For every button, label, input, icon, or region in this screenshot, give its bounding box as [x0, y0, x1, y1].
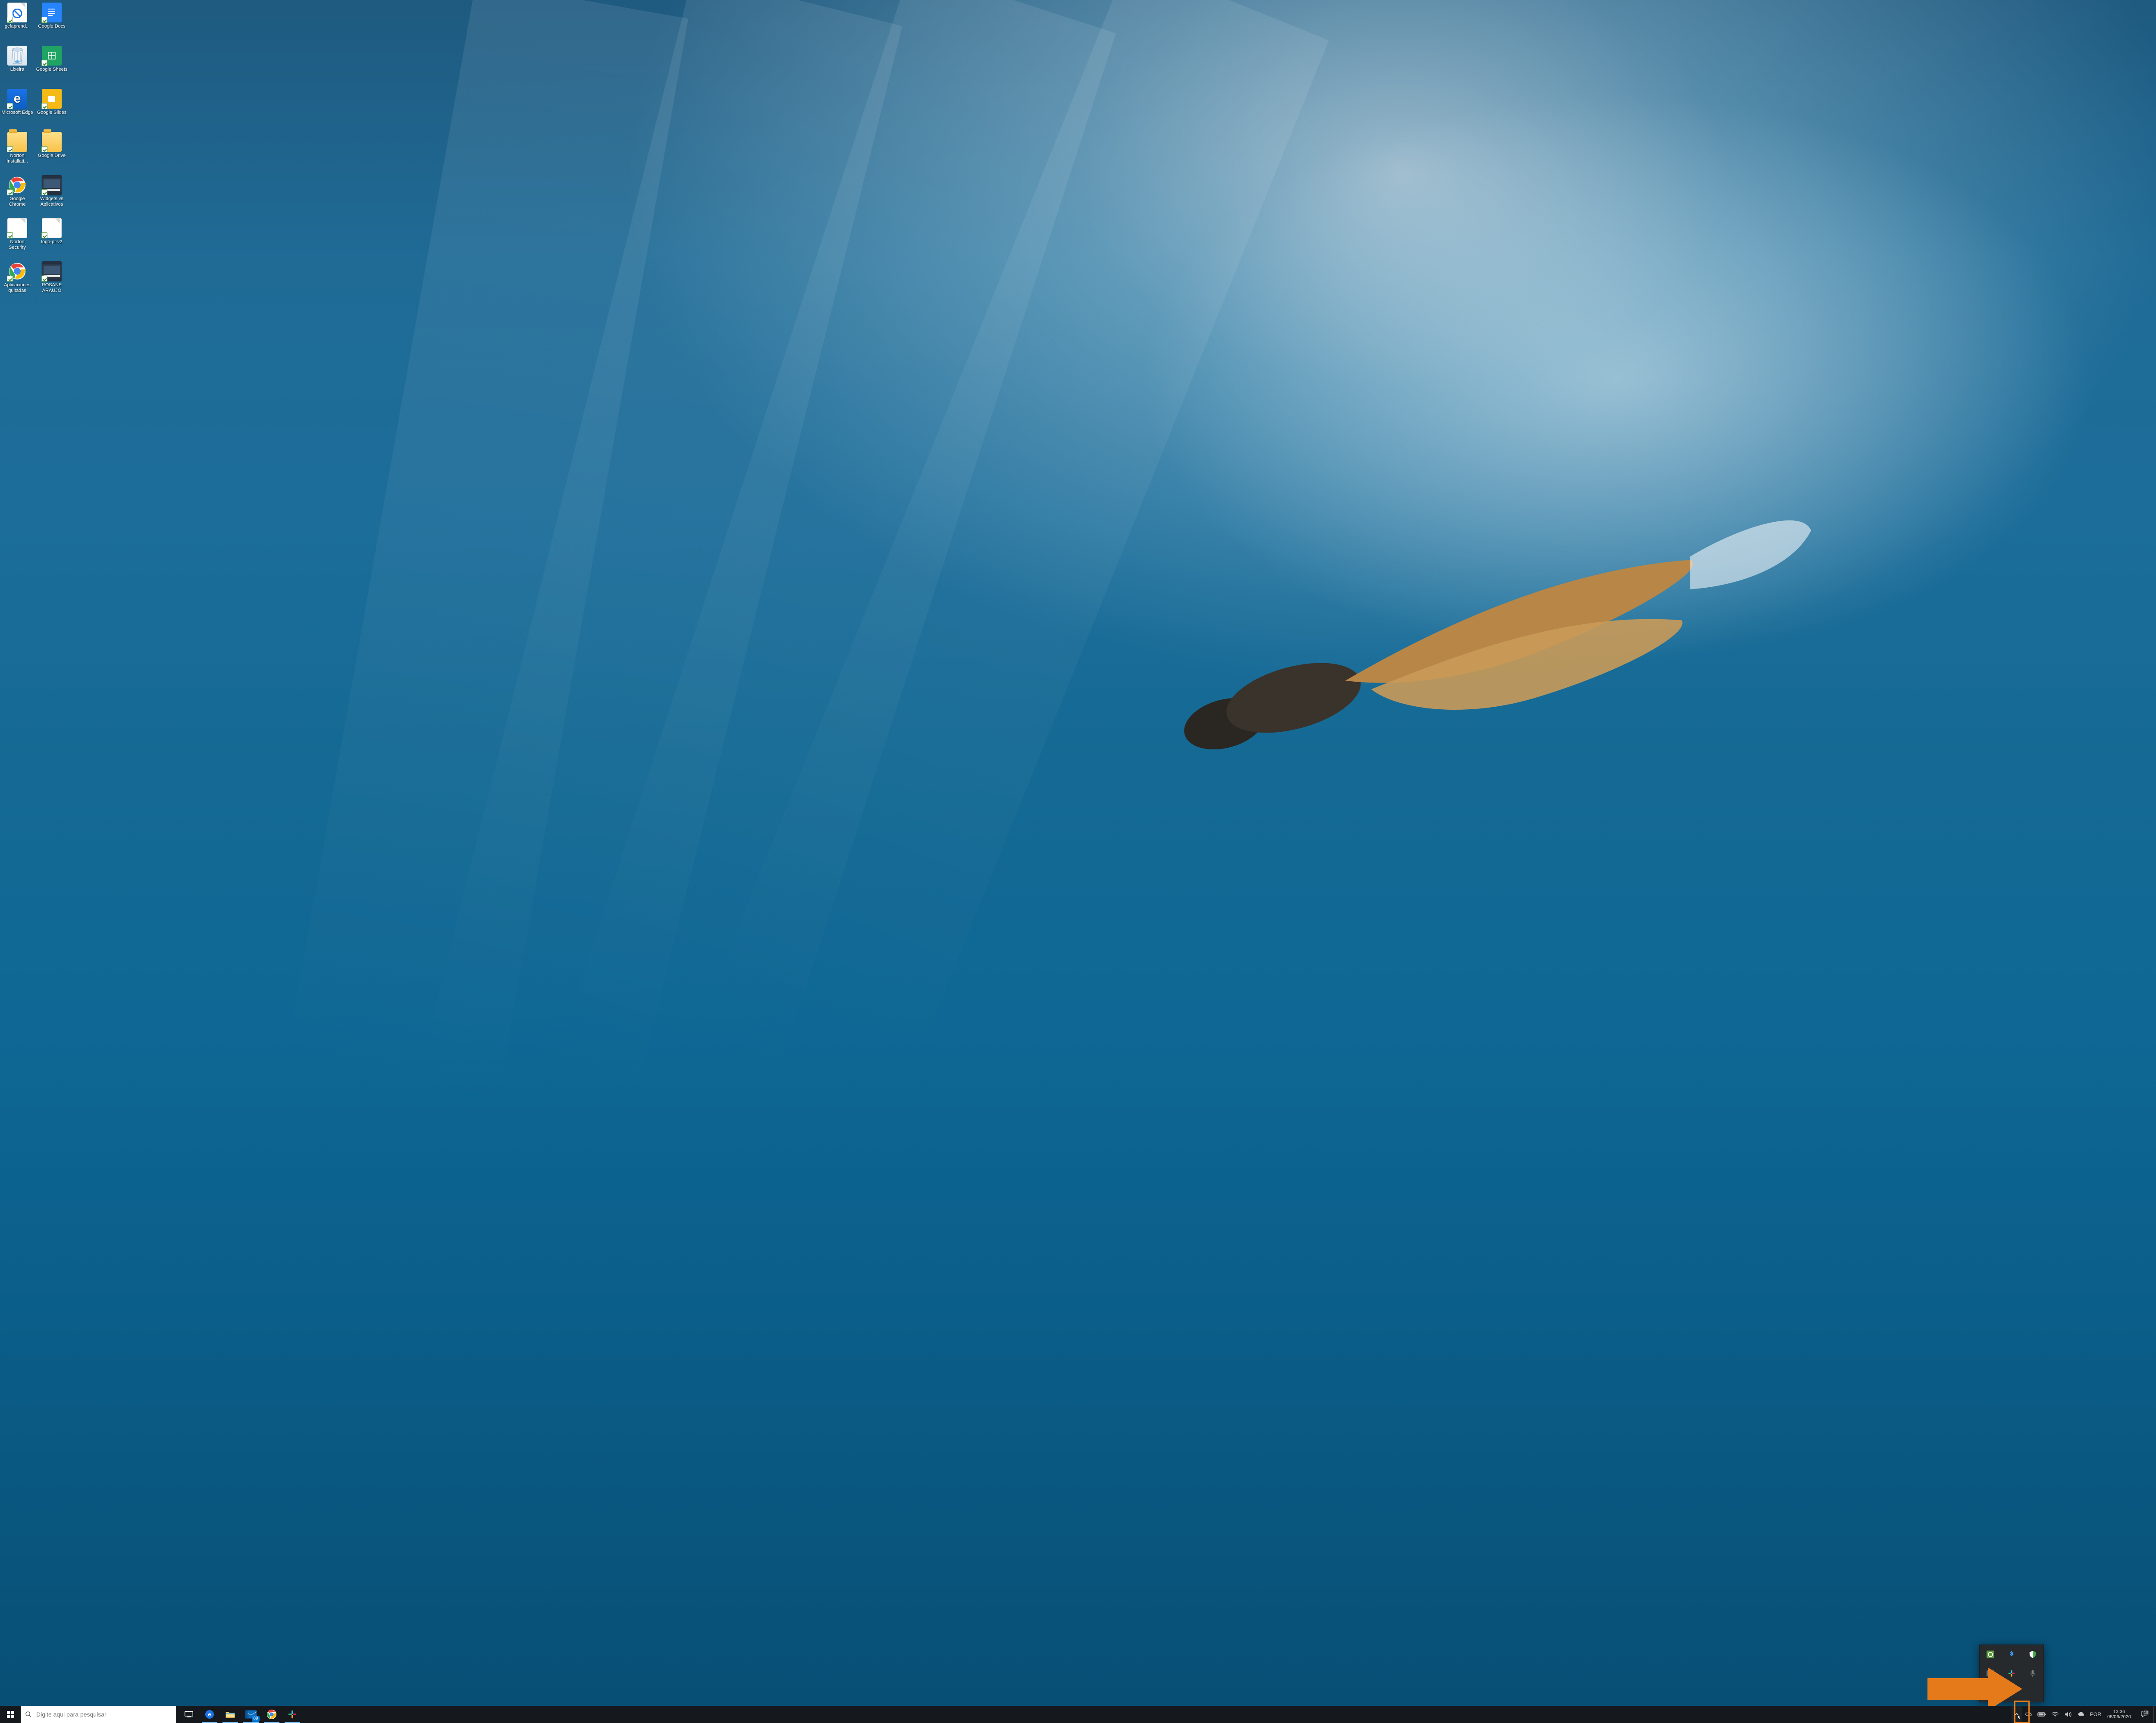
- desktop-icon-label: Lixeira: [10, 67, 24, 72]
- start-button[interactable]: [0, 1706, 21, 1723]
- search-icon: [25, 1711, 32, 1718]
- tray-security-icon[interactable]: [2022, 1645, 2043, 1664]
- desktop-icon-google-slides[interactable]: Google Slides: [35, 89, 68, 128]
- desktop-icon-label: Aplicaciones quitadas: [1, 282, 33, 294]
- taskbar-slack-button[interactable]: [282, 1706, 303, 1723]
- desktop-icon-label: ROSANE ARAUJO: [36, 282, 68, 294]
- taskbar-badge: 89: [252, 1716, 260, 1722]
- action-center-button[interactable]: 19: [2134, 1710, 2153, 1718]
- tray-microphone-icon[interactable]: [2022, 1664, 2043, 1683]
- desktop-icon-norton-installati[interactable]: Norton Installati...: [1, 132, 34, 172]
- desktop-icon-rosane-araujo[interactable]: ROSANE ARAUJO: [35, 261, 68, 301]
- desktop-icon-label: logo-pt-v2: [41, 239, 63, 245]
- desktop-icon-aplicaciones-quitadas[interactable]: Aplicaciones quitadas: [1, 261, 34, 301]
- cloud-sync-icon[interactable]: [2075, 1706, 2087, 1723]
- desktop-icon-google-docs[interactable]: Google Docs: [35, 3, 68, 42]
- desktop-icon-label: Google Sheets: [36, 67, 68, 72]
- clock-date: 08/06/2020: [2107, 1714, 2131, 1720]
- tray-bluetooth-icon[interactable]: [2001, 1645, 2022, 1664]
- battery-icon[interactable]: [2035, 1706, 2049, 1723]
- wallpaper-ray: [177, 0, 688, 1716]
- desktop-icon-label: Norton Security: [1, 239, 33, 251]
- desktop-icon-gcfaprend[interactable]: gcfaprend...: [1, 3, 34, 42]
- onedrive-icon[interactable]: [2022, 1706, 2035, 1723]
- desktop-icon-lixeira[interactable]: Lixeira: [1, 46, 34, 85]
- clock-time: 13:36: [2113, 1709, 2125, 1714]
- taskbar-edge-button[interactable]: e: [199, 1706, 220, 1723]
- taskbar-mail-button[interactable]: 89: [241, 1706, 261, 1723]
- tray-overflow-button[interactable]: [2012, 1706, 2022, 1723]
- taskbar: e 89 POR: [0, 1706, 2156, 1723]
- desktop-icon-label: Google Docs: [38, 24, 66, 29]
- tray-overflow-popup: [1979, 1645, 2044, 1702]
- taskbar-clock[interactable]: 13:36 08/06/2020: [2104, 1709, 2134, 1720]
- desktop-icon-grid: gcfaprend... Google Docs Lixeira Google She…: [0, 0, 69, 304]
- tray-zoom-icon[interactable]: [1980, 1683, 2001, 1702]
- desktop-icon-label: Google Slides: [37, 110, 67, 116]
- tray-slack-tray-icon[interactable]: [2001, 1664, 2022, 1683]
- taskbar-file-explorer-button[interactable]: [220, 1706, 241, 1723]
- wallpaper-ray: [276, 0, 903, 1698]
- desktop-icon-widgets-vs-aplicativos[interactable]: Widgets vs Aplicativos: [35, 175, 68, 215]
- wifi-icon[interactable]: [2049, 1706, 2062, 1723]
- wallpaper-swimmer: [1121, 465, 1811, 879]
- desktop-icon-logo-pt-v2[interactable]: logo-pt-v2: [35, 218, 68, 258]
- desktop-icon-label: gcfaprend...: [5, 24, 30, 29]
- wallpaper-ray: [483, 0, 1329, 1638]
- tray-gpu-icon[interactable]: [1980, 1664, 2001, 1683]
- desktop-icon-label: Google Chrome: [1, 196, 33, 207]
- desktop-icon-google-sheets[interactable]: Google Sheets: [35, 46, 68, 85]
- search-input[interactable]: [36, 1711, 176, 1718]
- language-indicator[interactable]: POR: [2087, 1706, 2104, 1723]
- notification-count: 19: [2143, 1710, 2149, 1716]
- taskbar-apps: e 89: [179, 1706, 303, 1723]
- desktop-icon-norton-security[interactable]: Norton Security: [1, 218, 34, 258]
- desktop-icon-google-chrome[interactable]: Google Chrome: [1, 175, 34, 215]
- desktop-icon-label: Norton Installati...: [1, 153, 33, 164]
- taskbar-chrome-button[interactable]: [261, 1706, 282, 1723]
- volume-icon[interactable]: [2062, 1706, 2075, 1723]
- wallpaper-ray: [378, 0, 1116, 1672]
- tray-nvidia-icon[interactable]: [1980, 1645, 2001, 1664]
- desktop[interactable]: gcfaprend... Google Docs Lixeira Google She…: [0, 0, 2156, 1723]
- system-tray: POR 13:36 08/06/2020 19: [2012, 1706, 2156, 1723]
- taskbar-task-view-button[interactable]: [179, 1706, 199, 1723]
- desktop-icon-label: Microsoft Edge: [1, 110, 33, 116]
- desktop-icon-label: Google Drive: [38, 153, 66, 159]
- cursor-icon: [2017, 1714, 2022, 1720]
- svg-text:e: e: [208, 1711, 211, 1718]
- desktop-icon-label: Widgets vs Aplicativos: [36, 196, 68, 207]
- desktop-icon-microsoft-edge[interactable]: eMicrosoft Edge: [1, 89, 34, 128]
- show-desktop-button[interactable]: [2153, 1706, 2156, 1723]
- taskbar-search[interactable]: [21, 1706, 176, 1723]
- desktop-icon-google-drive[interactable]: Google Drive: [35, 132, 68, 172]
